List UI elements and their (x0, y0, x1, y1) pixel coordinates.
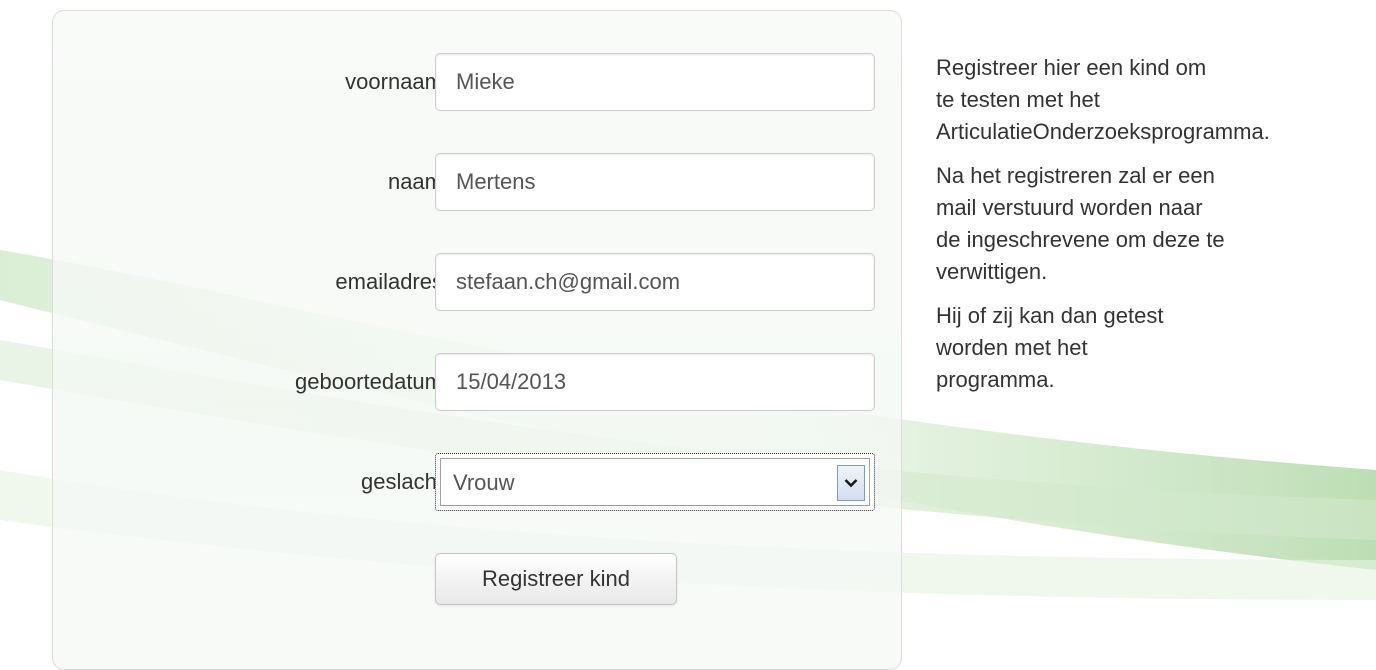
geslacht-selected-value: Vrouw (453, 470, 515, 495)
submit-row: Registreer kind (53, 553, 903, 611)
geslacht-select[interactable]: Vrouw (435, 453, 875, 511)
geslacht-label: geslacht (361, 469, 443, 494)
geslacht-select-inner: Vrouw (440, 458, 870, 506)
emailadres-input[interactable] (435, 253, 875, 311)
chevron-down-icon (844, 479, 858, 488)
field-row-naam: naam (53, 153, 903, 211)
geboortedatum-input[interactable] (435, 353, 875, 411)
field-row-emailadres: emailadres (53, 253, 903, 311)
info-paragraph-intro: Registreer hier een kind om te testen me… (936, 55, 1270, 144)
naam-input[interactable] (435, 153, 875, 211)
registration-form: voornaam naam emailadres geboortedatum g… (52, 10, 902, 670)
info-paragraph-mail: Na het registreren zal er een mail verst… (936, 163, 1225, 284)
field-row-voornaam: voornaam (53, 53, 903, 111)
info-panel: Registreer hier een kind om te testen me… (936, 52, 1376, 408)
dropdown-arrow-button[interactable] (837, 465, 865, 501)
field-row-geboortedatum: geboortedatum (53, 353, 903, 411)
info-paragraph-test: Hij of zij kan dan getest worden met het… (936, 303, 1164, 392)
geboortedatum-label: geboortedatum (295, 369, 443, 394)
register-child-button[interactable]: Registreer kind (435, 553, 677, 605)
voornaam-label: voornaam (345, 69, 443, 94)
voornaam-input[interactable] (435, 53, 875, 111)
emailadres-label: emailadres (335, 269, 443, 294)
field-row-geslacht: geslacht Vrouw (53, 453, 903, 511)
